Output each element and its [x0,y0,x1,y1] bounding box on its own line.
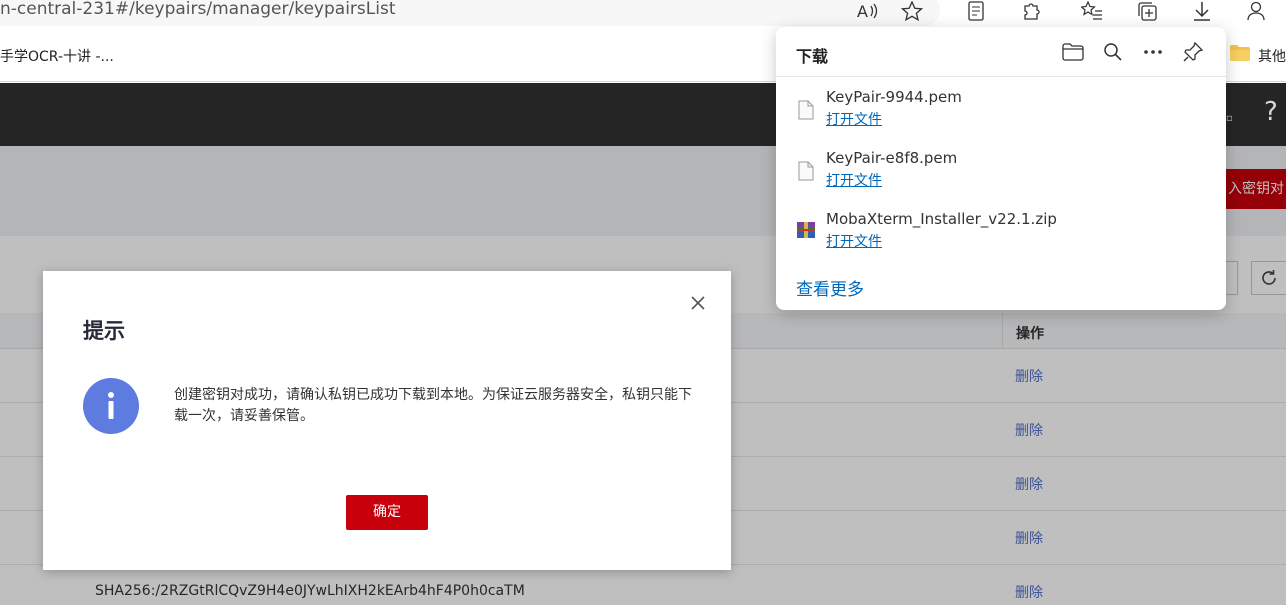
help-icon[interactable]: ? [1264,97,1278,127]
url-field[interactable]: n-central-231#/keypairs/manager/keypairs… [0,0,940,26]
svg-text:A: A [857,2,868,21]
favorites-list-icon[interactable] [1080,0,1104,22]
other-favorites[interactable]: 其他 [1258,46,1286,66]
bookmark-item[interactable]: 手学OCR-十讲 -... [0,46,114,66]
read-aloud-icon[interactable]: A [856,0,880,22]
downloads-title: 下载 [796,47,829,66]
downloads-icon[interactable] [1190,0,1214,22]
pin-icon[interactable] [1182,41,1204,63]
close-icon[interactable] [689,294,707,312]
search-icon[interactable] [1102,41,1124,63]
extensions-puzzle-icon[interactable] [1020,0,1044,22]
downloads-divider [776,76,1226,77]
nav-indicator: ▫ [1226,113,1233,124]
open-folder-icon[interactable] [1062,41,1084,63]
url-text[interactable]: n-central-231#/keypairs/manager/keypairs… [0,0,396,18]
open-file-link[interactable]: 打开文件 [826,109,882,129]
download-filename: KeyPair-9944.pem [826,88,962,106]
dialog-title: 提示 [83,319,125,343]
open-file-link[interactable]: 打开文件 [826,231,882,251]
file-icon [798,100,814,120]
see-more-link[interactable]: 查看更多 [796,275,864,300]
more-options-icon[interactable] [1142,41,1164,63]
downloads-panel: 下载 KeyPair-9944.pem 打开文件 KeyPair-e8f8.pe… [776,27,1226,310]
download-filename: KeyPair-e8f8.pem [826,149,958,167]
reading-view-icon[interactable] [964,0,988,22]
download-filename: MobaXterm_Installer_v22.1.zip [826,210,1057,228]
collections-icon[interactable] [1136,0,1160,22]
download-item[interactable]: KeyPair-9944.pem 打开文件 [776,88,1226,148]
success-dialog: 提示 创建密钥对成功，请确认私钥已成功下载到本地。为保证云服务器安全，私钥只能下… [43,271,731,570]
download-item[interactable]: KeyPair-e8f8.pem 打开文件 [776,149,1226,209]
open-file-link[interactable]: 打开文件 [826,170,882,190]
dialog-message: 创建密钥对成功，请确认私钥已成功下载到本地。为保证云服务器安全，私钥只能下载一次… [174,387,692,424]
file-icon [798,161,814,181]
profile-icon[interactable] [1246,0,1270,22]
info-icon [83,378,139,434]
confirm-button[interactable]: 确定 [346,495,428,530]
folder-icon[interactable] [1230,45,1250,61]
download-item[interactable]: MobaXterm_Installer_v22.1.zip 打开文件 [776,210,1226,270]
address-bar: n-central-231#/keypairs/manager/keypairs… [0,0,1286,28]
winrar-archive-icon [796,220,816,240]
favorite-star-icon[interactable] [900,0,924,22]
